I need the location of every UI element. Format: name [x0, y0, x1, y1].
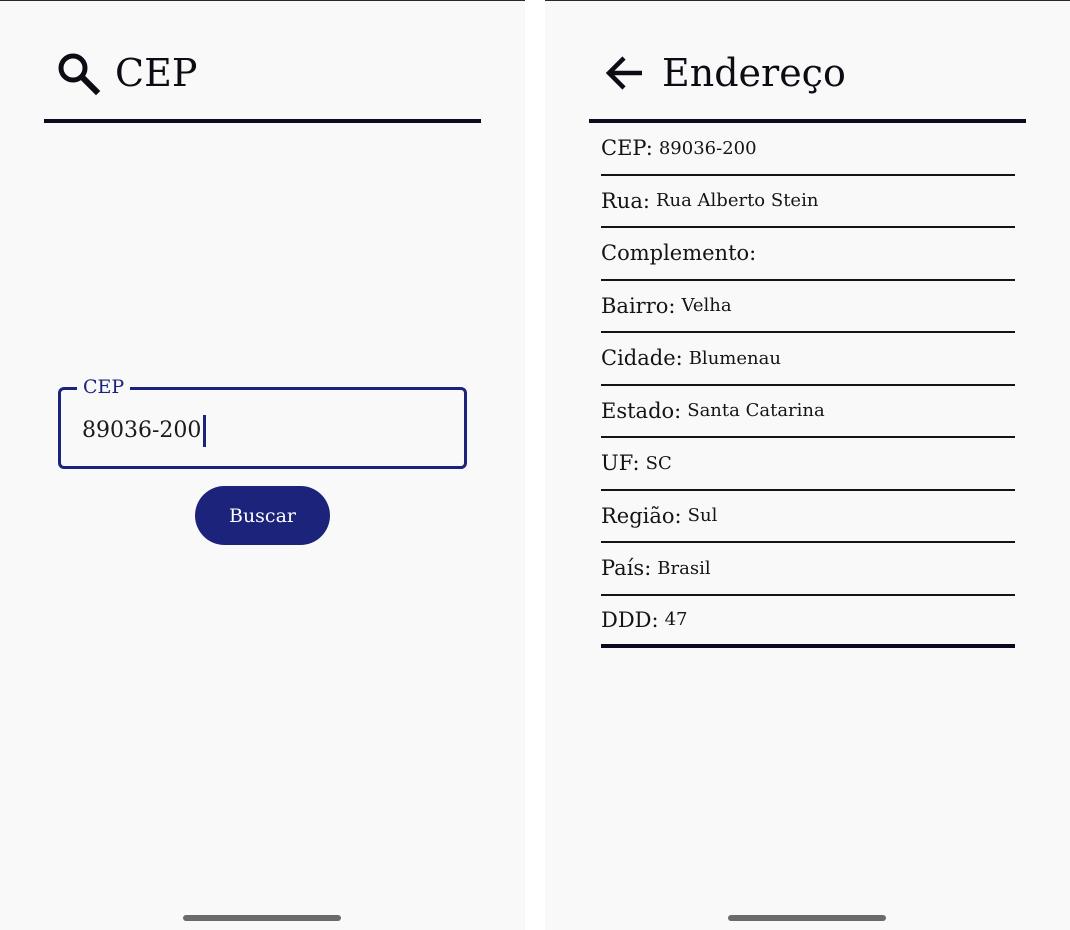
cep-input[interactable]: CEP 89036-200 — [58, 375, 467, 469]
address-value: SC — [645, 452, 672, 474]
address-row-cidade: Cidade: Blumenau — [601, 333, 1015, 386]
address-row-bairro: Bairro: Velha — [601, 281, 1015, 333]
home-indicator[interactable] — [183, 915, 341, 921]
search-icon[interactable] — [55, 50, 101, 96]
address-label: Cidade: — [601, 346, 683, 371]
home-indicator[interactable] — [728, 915, 886, 921]
header-divider — [44, 119, 481, 123]
address-value: Sul — [687, 505, 718, 527]
cep-search-screen: CEP CEP 89036-200 Buscar — [0, 0, 525, 930]
address-label: UF: — [601, 451, 640, 476]
address-value: Blumenau — [688, 347, 781, 369]
address-list: CEP: 89036-200 Rua: Rua Alberto Stein Co… — [601, 123, 1015, 648]
page-title: Endereço — [662, 51, 846, 95]
address-value: 89036-200 — [658, 137, 757, 159]
address-label: Bairro: — [601, 293, 676, 318]
cep-input-label: CEP — [77, 375, 131, 399]
address-label: CEP: — [601, 136, 653, 161]
address-label: Rua: — [601, 188, 650, 213]
address-row-ddd: DDD: 47 — [601, 596, 1015, 648]
buscar-button[interactable]: Buscar — [195, 486, 330, 545]
address-label: Região: — [601, 503, 682, 528]
address-value: Velha — [681, 295, 732, 317]
address-label: Complemento: — [601, 241, 757, 266]
address-label: DDD: — [601, 607, 659, 632]
address-value: Santa Catarina — [687, 400, 825, 422]
address-label: País: — [601, 556, 652, 581]
address-screen: Endereço CEP: 89036-200 Rua: Rua Alberto… — [545, 0, 1070, 930]
address-value: 47 — [664, 609, 688, 631]
cep-input-value[interactable]: 89036-200 — [82, 416, 201, 446]
address-row-estado: Estado: Santa Catarina — [601, 386, 1015, 438]
page-title: CEP — [115, 51, 198, 95]
address-value: Brasil — [657, 557, 711, 579]
address-value: Rua Alberto Stein — [655, 190, 819, 212]
address-row-pais: País: Brasil — [601, 543, 1015, 596]
address-row-uf: UF: SC — [601, 438, 1015, 491]
address-label: Estado: — [601, 398, 682, 423]
search-header: CEP — [55, 45, 197, 101]
address-row-complemento: Complemento: — [601, 228, 1015, 281]
address-header: Endereço — [602, 45, 846, 101]
arrow-left-icon[interactable] — [602, 50, 648, 96]
address-row-cep: CEP: 89036-200 — [601, 123, 1015, 176]
cep-input-value-wrap[interactable]: 89036-200 — [82, 415, 207, 447]
address-row-regiao: Região: Sul — [601, 491, 1015, 543]
text-cursor — [203, 415, 207, 447]
address-row-rua: Rua: Rua Alberto Stein — [601, 176, 1015, 228]
